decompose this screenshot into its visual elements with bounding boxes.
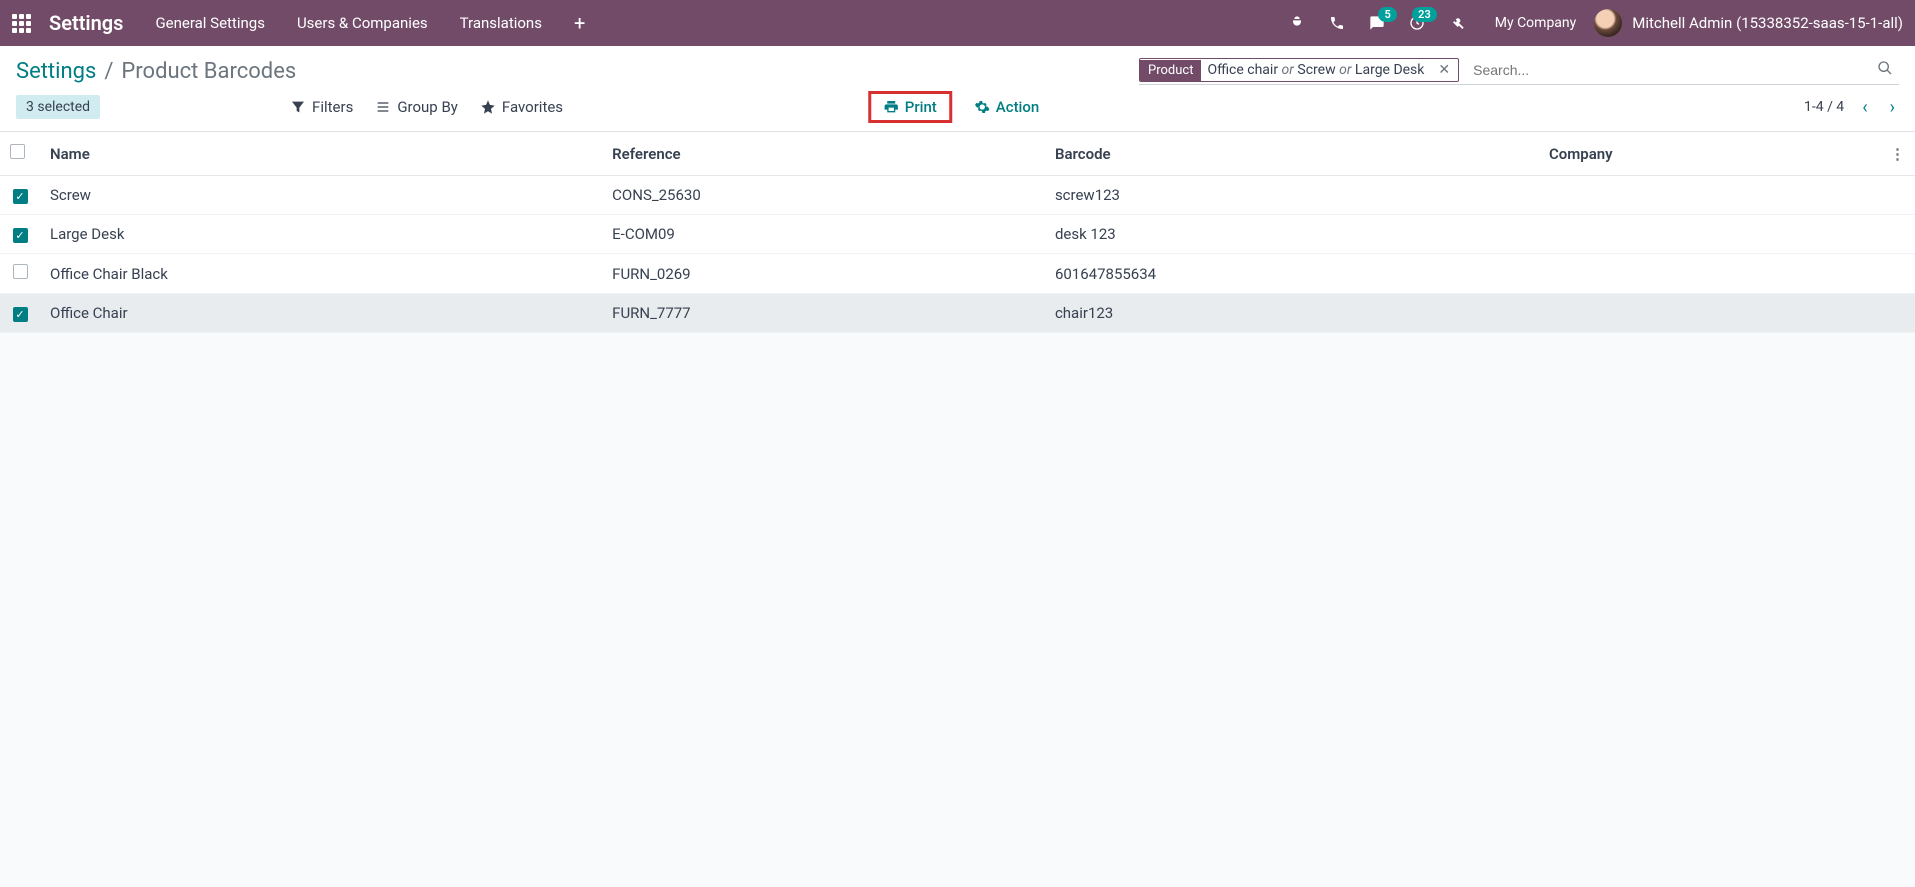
col-name[interactable]: Name — [40, 132, 602, 176]
product-barcodes-table: Name Reference Barcode Company ⋮ ScrewCO… — [0, 132, 1915, 333]
print-icon — [883, 99, 899, 115]
search-bar: Product Office chair or Screw or Large D… — [1139, 58, 1899, 85]
cell-barcode: chair123 — [1045, 294, 1539, 333]
table-row[interactable]: ScrewCONS_25630screw123 — [0, 176, 1915, 215]
cell-barcode: 601647855634 — [1045, 254, 1539, 294]
breadcrumb: Settings / Product Barcodes — [16, 59, 296, 84]
discuss-icon[interactable]: 5 — [1369, 15, 1385, 31]
col-barcode[interactable]: Barcode — [1045, 132, 1539, 176]
cell-name: Office Chair — [40, 294, 602, 333]
breadcrumb-root[interactable]: Settings — [16, 59, 96, 84]
cell-reference: FURN_0269 — [602, 254, 1045, 294]
cell-name: Large Desk — [40, 215, 602, 254]
pager-text: 1-4 / 4 — [1804, 99, 1844, 115]
filter-icon — [290, 99, 306, 115]
user-menu[interactable]: Mitchell Admin (15338352-saas-15-1-all) — [1632, 14, 1903, 32]
selection-count: 3 selected — [16, 95, 100, 119]
cell-barcode: desk 123 — [1045, 215, 1539, 254]
cell-reference: E-COM09 — [602, 215, 1045, 254]
table-row[interactable]: Large DeskE-COM09desk 123 — [0, 215, 1915, 254]
table-row[interactable]: Office ChairFURN_7777chair123 — [0, 294, 1915, 333]
cell-reference: FURN_7777 — [602, 294, 1045, 333]
tools-icon[interactable] — [1449, 15, 1465, 31]
nav-general-settings[interactable]: General Settings — [155, 14, 265, 32]
row-checkbox[interactable] — [13, 264, 28, 279]
apps-icon[interactable] — [12, 14, 31, 33]
row-checkbox[interactable] — [13, 228, 28, 243]
facet-label: Product — [1140, 60, 1201, 81]
add-menu-icon[interactable]: + — [574, 11, 585, 35]
cell-company — [1539, 176, 1880, 215]
app-title[interactable]: Settings — [49, 11, 123, 35]
cell-reference: CONS_25630 — [602, 176, 1045, 215]
company-switcher[interactable]: My Company — [1495, 15, 1577, 31]
search-input[interactable] — [1467, 58, 1871, 82]
favorites-button[interactable]: Favorites — [480, 98, 563, 116]
cell-barcode: screw123 — [1045, 176, 1539, 215]
group-by-button[interactable]: Group By — [375, 98, 458, 116]
facet-remove-icon[interactable]: ✕ — [1430, 62, 1458, 78]
cell-company — [1539, 254, 1880, 294]
phone-icon[interactable] — [1329, 15, 1345, 31]
search-icon[interactable] — [1871, 60, 1899, 80]
discuss-badge: 5 — [1378, 7, 1396, 22]
filters-button[interactable]: Filters — [290, 98, 353, 116]
cell-company — [1539, 215, 1880, 254]
pager-next-icon[interactable]: › — [1886, 97, 1899, 118]
cell-name: Office Chair Black — [40, 254, 602, 294]
search-facet-product: Product Office chair or Screw or Large D… — [1139, 58, 1459, 82]
row-checkbox[interactable] — [13, 307, 28, 322]
col-reference[interactable]: Reference — [602, 132, 1045, 176]
select-all-checkbox[interactable] — [10, 144, 25, 159]
breadcrumb-separator: / — [104, 59, 113, 84]
facet-values: Office chair or Screw or Large Desk — [1201, 59, 1430, 81]
table-row[interactable]: Office Chair BlackFURN_0269601647855634 — [0, 254, 1915, 294]
control-panel: Settings / Product Barcodes Product Offi… — [0, 46, 1915, 132]
cell-company — [1539, 294, 1880, 333]
print-button[interactable]: Print — [868, 91, 952, 123]
avatar[interactable] — [1594, 9, 1622, 37]
debug-icon[interactable] — [1289, 15, 1305, 31]
breadcrumb-current: Product Barcodes — [121, 59, 296, 84]
activities-badge: 23 — [1412, 7, 1437, 22]
activities-icon[interactable]: 23 — [1409, 15, 1425, 31]
nav-translations[interactable]: Translations — [460, 14, 542, 32]
column-options-icon[interactable]: ⋮ — [1880, 132, 1915, 176]
pager-prev-icon[interactable]: ‹ — [1858, 97, 1871, 118]
row-checkbox[interactable] — [13, 189, 28, 204]
pager: 1-4 / 4 ‹ › — [1804, 97, 1899, 118]
action-button[interactable]: Action — [966, 91, 1047, 123]
cell-name: Screw — [40, 176, 602, 215]
nav-users-companies[interactable]: Users & Companies — [297, 14, 428, 32]
topbar: Settings General Settings Users & Compan… — [0, 0, 1915, 46]
list-icon — [375, 99, 391, 115]
col-company[interactable]: Company — [1539, 132, 1880, 176]
gear-icon — [974, 99, 990, 115]
star-icon — [480, 99, 496, 115]
